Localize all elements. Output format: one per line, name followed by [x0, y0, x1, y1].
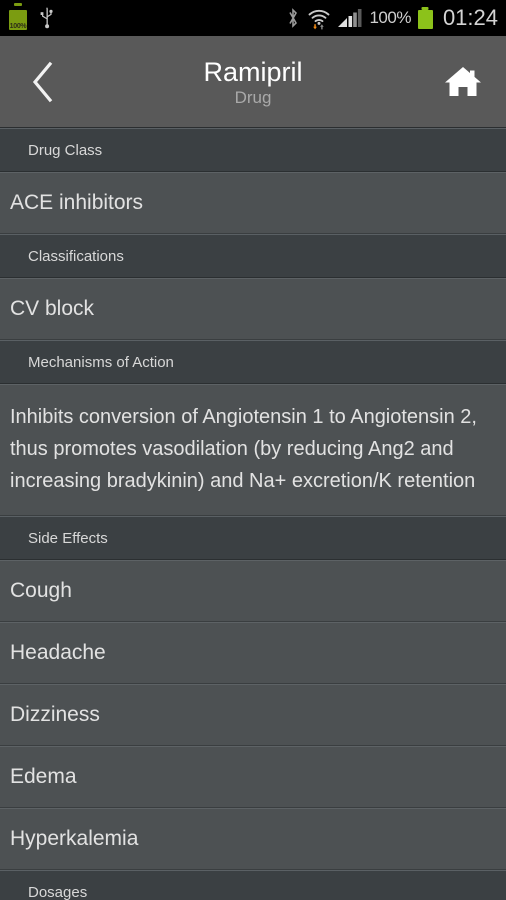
home-icon — [445, 66, 481, 96]
list-item-label: Cough — [10, 579, 72, 602]
list-section-header: Classifications — [0, 234, 506, 278]
wifi-upload-arrow — [320, 24, 325, 30]
list-item-label: Headache — [10, 641, 106, 664]
list-item-label: CV block — [10, 297, 95, 320]
section-header-label: Dosages — [28, 883, 88, 900]
list-item-label: Inhibits conversion of Angiotensin 1 to … — [10, 406, 477, 492]
status-bar: 100% 100% 01:24 — [0, 0, 506, 36]
app-header: Ramipril Drug — [0, 36, 506, 128]
section-header-label: Mechanisms of Action — [28, 353, 174, 371]
list-section-header: Drug Class — [0, 128, 506, 172]
list-item-label: Edema — [10, 765, 77, 788]
list-item-label: Dizziness — [10, 703, 100, 726]
status-bar-left: 100% — [8, 3, 56, 30]
list-item[interactable]: Inhibits conversion of Angiotensin 1 to … — [0, 384, 506, 516]
bluetooth-icon — [289, 8, 298, 28]
section-header-label: Side Effects — [28, 529, 108, 547]
section-header-label: Drug Class — [28, 141, 103, 159]
charging-battery-percent-label: 100% — [9, 23, 27, 30]
list-item-label: Hyperkalemia — [10, 827, 139, 850]
list-item[interactable]: Headache — [0, 622, 506, 684]
charging-battery-icon: 100% — [8, 3, 28, 30]
battery-percent-label: 100% — [369, 8, 411, 27]
list-item[interactable]: Dizziness — [0, 684, 506, 746]
list-section-header: Dosages — [0, 870, 506, 900]
list-section-header: Mechanisms of Action — [0, 340, 506, 384]
clock-label: 01:24 — [442, 5, 498, 30]
list-item[interactable]: CV block — [0, 278, 506, 340]
list-item[interactable]: Edema — [0, 746, 506, 808]
wifi-download-arrow — [313, 24, 318, 30]
home-button[interactable] — [420, 36, 506, 128]
list-item-label: ACE inhibitors — [10, 191, 144, 214]
list-item[interactable]: Cough — [0, 560, 506, 622]
status-bar-right: 100% 01:24 — [286, 5, 498, 31]
page-subtitle: Drug — [234, 87, 272, 107]
list-item[interactable]: ACE inhibitors — [0, 172, 506, 234]
list-section-header: Side Effects — [0, 516, 506, 560]
section-header-label: Classifications — [28, 247, 124, 265]
back-chevron-icon — [32, 61, 53, 102]
battery-icon — [417, 7, 433, 29]
detail-list: Drug Class ACE inhibitors Classifications C… — [0, 128, 506, 900]
page-title: Ramipril — [203, 56, 303, 87]
signal-bars-icon — [338, 9, 362, 27]
usb-icon — [40, 7, 53, 29]
list-item[interactable]: Hyperkalemia — [0, 808, 506, 870]
back-button[interactable] — [0, 36, 86, 128]
wifi-icon — [309, 9, 330, 30]
